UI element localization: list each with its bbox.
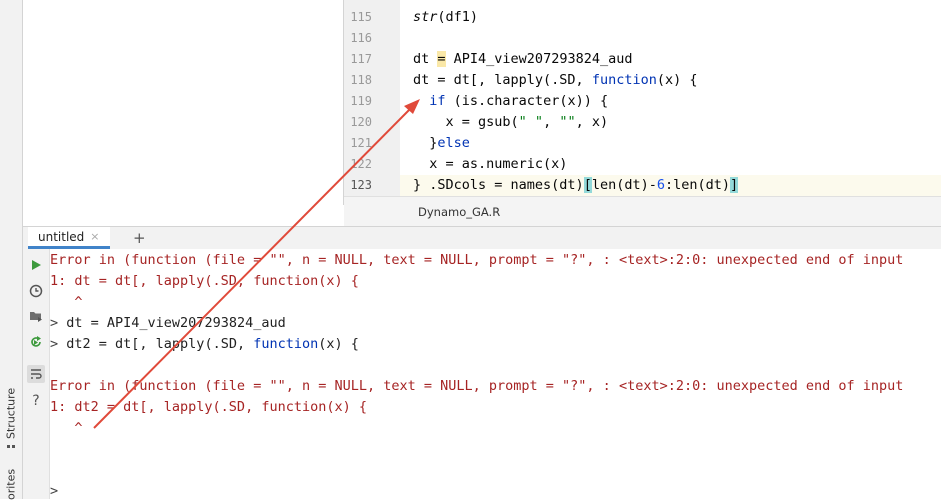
structure-tab-label: Structure [4, 388, 18, 440]
soft-wrap-icon [31, 369, 42, 379]
soft-wrap-button[interactable] [27, 365, 45, 383]
console-prompt: > [50, 483, 59, 499]
folder-icon [30, 312, 42, 322]
code-line-123-current: } .SDcols = names(dt)[len(dt)-6:len(dt)] [400, 175, 941, 196]
code-token: dt [413, 51, 438, 67]
line-number-gutter: 115 116 117 118 119 120 121 122 123 [344, 0, 400, 205]
code-token: len(dt)- [591, 177, 657, 193]
line-number: 120 [350, 115, 372, 129]
highlighted-assignment: = [437, 51, 446, 67]
string-token: "" [559, 114, 576, 130]
code-line-118: dt = dt[, lapply(.SD, function(x) { [400, 70, 941, 91]
code-line-117: dt = API4_view207293824_aud [400, 49, 941, 70]
console-prompt: > [50, 336, 59, 352]
question-icon: ? [32, 393, 40, 409]
structure-icon [7, 443, 15, 448]
keyword-token: function [253, 336, 319, 352]
keyword-token: else [437, 135, 470, 151]
structure-tool-tab[interactable]: Structure [2, 388, 20, 448]
rerun-icon [31, 336, 41, 347]
editor-file-tab-bar: Dynamo_GA.R [344, 196, 941, 227]
console-tab-untitled[interactable]: untitled × [28, 227, 110, 249]
code-token: x = gsub( [413, 114, 519, 130]
line-number: 115 [350, 10, 372, 24]
line-number: 118 [350, 73, 372, 87]
line-number: 122 [350, 157, 372, 171]
code-token: } [413, 135, 438, 151]
code-editor[interactable]: 115 116 117 118 119 120 121 122 123 str(… [344, 0, 941, 227]
code-token: } .SDcols = names(dt) [413, 177, 584, 193]
keyword-token: if [429, 93, 446, 109]
project-tree-pane [23, 0, 344, 205]
console-command: dt2 = dt[, lapply(.SD, [58, 336, 254, 352]
console-toolbar: ? [23, 249, 50, 499]
line-number: 117 [350, 52, 372, 66]
run-icon [32, 260, 41, 270]
line-number: 116 [350, 31, 372, 45]
folder-button[interactable] [27, 307, 45, 325]
console-tab-label: untitled [38, 229, 85, 244]
editor-file-tab[interactable]: Dynamo_GA.R [418, 205, 500, 219]
code-token: , [543, 114, 560, 130]
line-number: 119 [350, 94, 372, 108]
history-button[interactable] [27, 282, 45, 300]
matched-bracket: ] [730, 177, 739, 193]
code-token: (df1) [437, 9, 479, 25]
code-token: (is.character(x)) { [445, 93, 609, 109]
console-output[interactable]: Error in (function (file = "", n = NULL,… [50, 249, 941, 499]
code-line-119: if (is.character(x)) { [400, 91, 941, 112]
run-button[interactable] [27, 256, 45, 274]
code-line-122: x = as.numeric(x) [400, 154, 941, 175]
code-token: dt = dt[, lapply(.SD, [413, 72, 592, 88]
console-tab-bar: untitled × + [23, 226, 941, 250]
code-token: str [413, 9, 438, 25]
code-token: x = as.numeric(x) [413, 156, 568, 172]
console-error-line: Error in (function (file = "", n = NULL,… [50, 252, 904, 268]
close-icon[interactable]: × [90, 230, 99, 243]
keyword-token: function [591, 72, 657, 88]
code-token: (x) { [656, 72, 698, 88]
number-token: 6 [656, 177, 665, 193]
code-line-121: }else [400, 133, 941, 154]
clock-icon [29, 284, 43, 298]
console-command: (x) { [318, 336, 359, 352]
console-error-caret: ^ [50, 420, 83, 436]
console-command: dt = API4_view207293824_aud [58, 315, 286, 331]
console-error-line: Error in (function (file = "", n = NULL,… [50, 378, 904, 394]
help-button[interactable]: ? [27, 392, 45, 410]
console-error-line: 1: dt = dt[, lapply(.SD, function(x) { [50, 273, 359, 289]
code-area[interactable]: str(df1) dt = API4_view207293824_aud dt … [400, 0, 941, 196]
code-line-115: str(df1) [400, 7, 941, 28]
code-token: API4_view207293824_aud [445, 51, 633, 67]
console-command-line: > dt2 = dt[, lapply(.SD, function(x) { [50, 334, 359, 355]
line-number-current: 123 [350, 178, 372, 192]
favorites-tool-tab[interactable]: orites [2, 468, 20, 500]
line-number: 121 [350, 136, 372, 150]
add-console-tab-button[interactable]: + [133, 227, 146, 249]
favorites-tab-label: orites [4, 468, 18, 500]
code-token: :len(dt) [665, 177, 731, 193]
code-line-120: x = gsub(" ", "", x) [400, 112, 941, 133]
matched-bracket: [ [583, 177, 592, 193]
console-error-line: 1: dt2 = dt[, lapply(.SD, function(x) { [50, 399, 367, 415]
rerun-button[interactable] [27, 333, 45, 351]
console-command-line: > dt = API4_view207293824_aud [50, 313, 286, 334]
left-tool-strip: Structure orites [0, 0, 23, 500]
console-error-caret: ^ [50, 294, 83, 310]
code-token: , x) [575, 114, 609, 130]
console-prompt: > [50, 315, 59, 331]
string-token: " " [518, 114, 544, 130]
